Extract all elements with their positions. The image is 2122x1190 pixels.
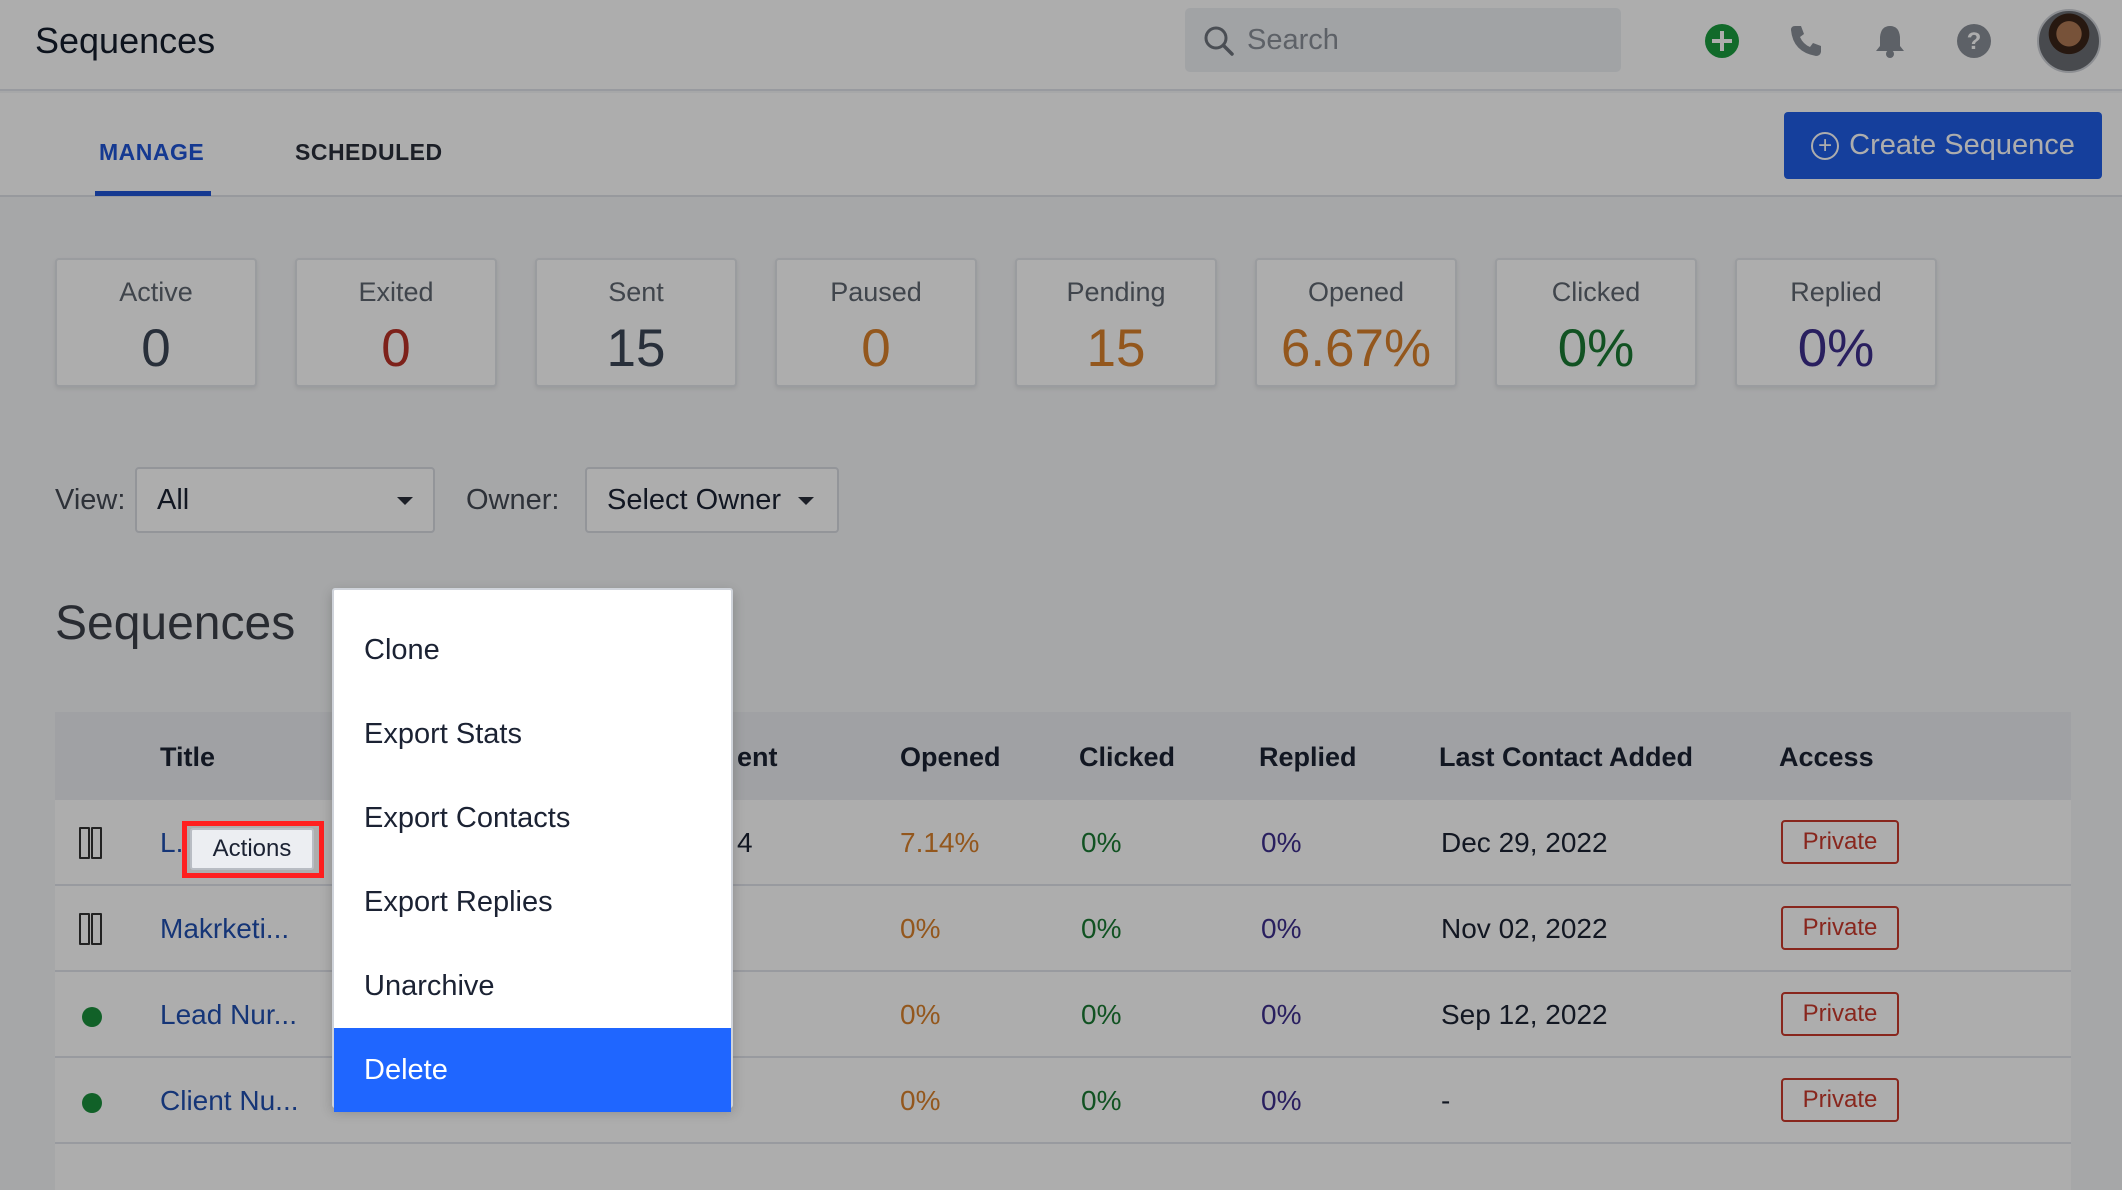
menu-item-delete[interactable]: Delete	[334, 1028, 731, 1112]
menu-item-export-replies[interactable]: Export Replies	[334, 860, 731, 944]
menu-item-unarchive[interactable]: Unarchive	[334, 944, 731, 1028]
menu-item-clone[interactable]: Clone	[334, 608, 731, 692]
actions-menu: Clone Export Stats Export Contacts Export R…	[332, 588, 733, 1112]
menu-item-export-stats[interactable]: Export Stats	[334, 692, 731, 776]
modal-overlay	[0, 0, 2122, 1190]
menu-item-export-contacts[interactable]: Export Contacts	[334, 776, 731, 860]
highlight-box	[182, 821, 324, 878]
